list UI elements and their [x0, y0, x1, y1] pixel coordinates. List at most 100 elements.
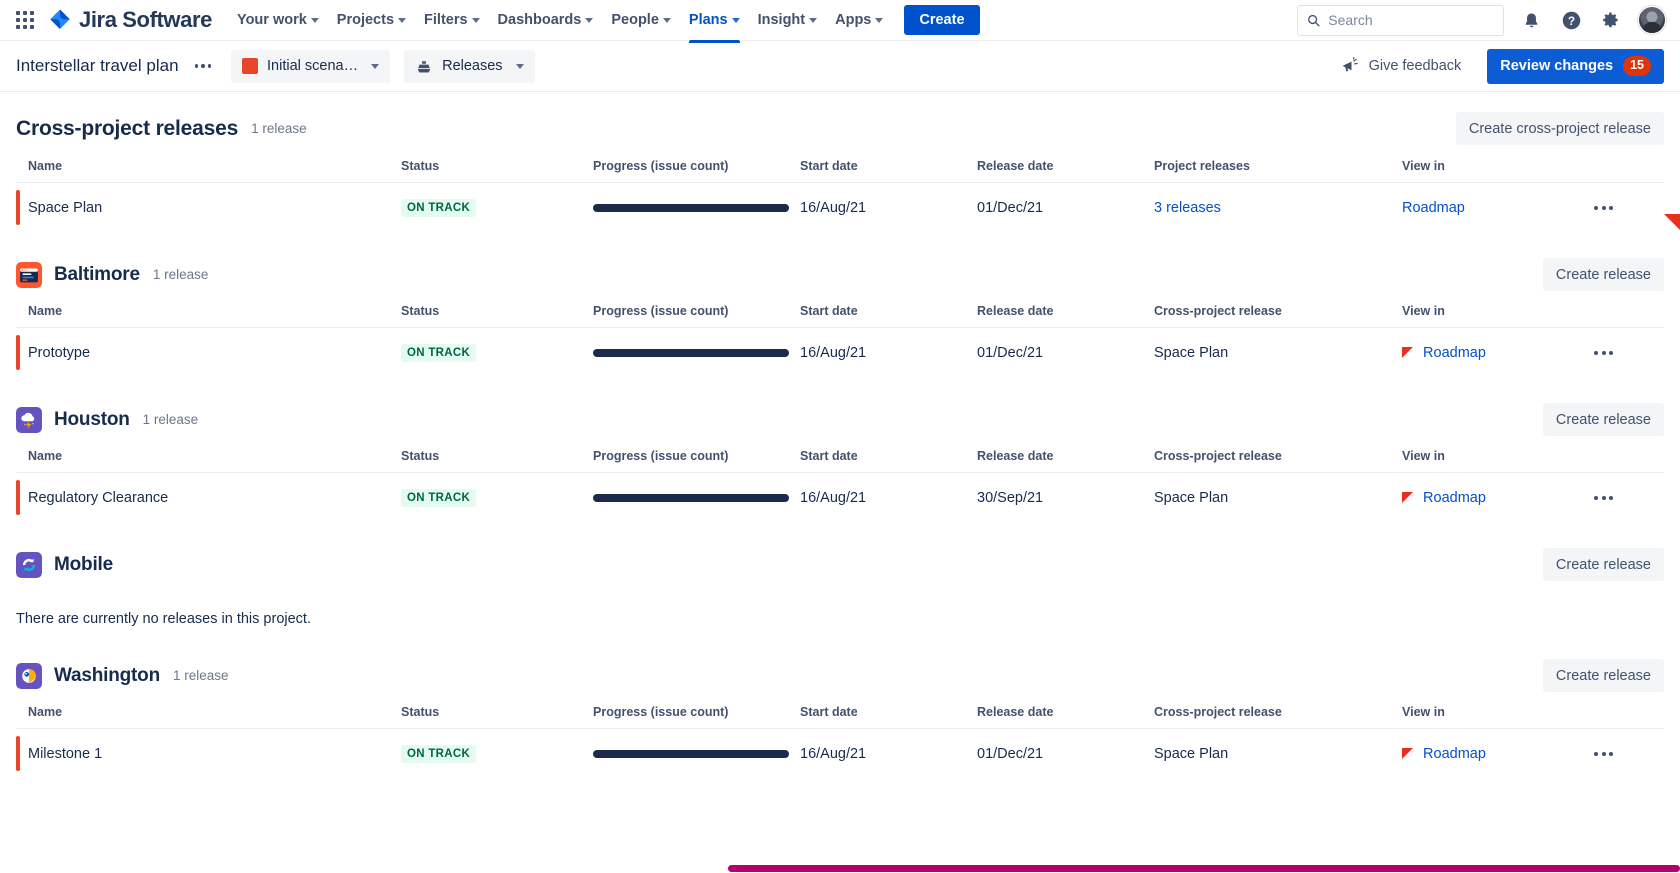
column-header-start-date: Start date	[800, 449, 977, 473]
column-header-status: Status	[401, 705, 593, 729]
horizontal-scrollbar-thumb[interactable]	[728, 865, 1680, 872]
grid-apps-icon[interactable]	[12, 7, 38, 33]
project-releases-link[interactable]: 3 releases	[1154, 200, 1221, 216]
nav-item-your-work[interactable]: Your work	[228, 6, 328, 34]
view-in-roadmap-link[interactable]: Roadmap	[1423, 490, 1486, 506]
cell-release-date: 01/Dec/21	[977, 183, 1154, 233]
chevron-down-icon	[371, 64, 379, 69]
row-more-actions-button[interactable]	[1594, 748, 1664, 760]
scenario-change-marker	[16, 190, 20, 225]
bell-icon[interactable]	[1518, 7, 1544, 33]
chevron-down-icon	[311, 18, 319, 23]
table-row[interactable]: Milestone 1 ON TRACK 16/Aug/21 01/Dec/21…	[16, 729, 1664, 779]
column-header-progress: Progress (issue count)	[593, 159, 800, 183]
progress-bar	[593, 204, 789, 212]
red-triangle-annotation-icon	[1402, 492, 1413, 503]
releases-table: Name Status Progress (issue count) Start…	[16, 705, 1664, 778]
nav-label: Your work	[237, 12, 307, 28]
chevron-down-icon	[585, 18, 593, 23]
cell-view-in: Roadmap	[1402, 328, 1594, 378]
question-circle-icon[interactable]: ?	[1558, 7, 1584, 33]
give-feedback-label: Give feedback	[1369, 58, 1462, 74]
column-header-progress: Progress (issue count)	[593, 705, 800, 729]
megaphone-icon	[1340, 57, 1360, 75]
cell-cross-project-release: Space Plan	[1154, 473, 1402, 523]
nav-item-filters[interactable]: Filters	[415, 6, 489, 34]
table-header-row: Name Status Progress (issue count) Start…	[16, 304, 1664, 328]
release-name: Regulatory Clearance	[28, 490, 168, 506]
scenario-change-marker	[16, 736, 20, 771]
table-row[interactable]: Regulatory Clearance ON TRACK 16/Aug/21 …	[16, 473, 1664, 523]
table-header-row: Name Status Progress (issue count) Start…	[16, 159, 1664, 183]
progress-bar	[593, 750, 789, 758]
nav-item-people[interactable]: People	[602, 6, 680, 34]
section-washington: Washington 1 release Create release Name…	[16, 633, 1664, 778]
section-header: Washington 1 release Create release	[16, 633, 1664, 705]
nav-label: Dashboards	[498, 12, 582, 28]
column-header-status: Status	[401, 159, 593, 183]
review-changes-button[interactable]: Review changes 15	[1487, 49, 1664, 84]
avatar[interactable]	[1638, 6, 1666, 34]
view-in-roadmap-link[interactable]: Roadmap	[1423, 345, 1486, 361]
give-feedback-button[interactable]: Give feedback	[1330, 50, 1472, 82]
plan-more-actions-button[interactable]	[187, 58, 220, 74]
horizontal-scrollbar[interactable]	[0, 864, 1680, 873]
nav-item-projects[interactable]: Projects	[328, 6, 415, 34]
column-header-release-date: Release date	[977, 159, 1154, 183]
column-header-release-date: Release date	[977, 705, 1154, 729]
table-row[interactable]: Prototype ON TRACK 16/Aug/21 01/Dec/21 S…	[16, 328, 1664, 378]
top-navigation-bar: Jira Software Your work Projects Filters…	[0, 0, 1680, 41]
create-button[interactable]: Create	[904, 5, 979, 35]
row-more-actions-button[interactable]	[1594, 492, 1664, 504]
status-badge: ON TRACK	[401, 489, 476, 507]
nav-label: Filters	[424, 12, 468, 28]
create-release-button[interactable]: Create release	[1543, 403, 1664, 436]
releases-table: Name Status Progress (issue count) Start…	[16, 304, 1664, 377]
nav-item-dashboards[interactable]: Dashboards	[489, 6, 603, 34]
column-header-name: Name	[16, 705, 401, 729]
chevron-down-icon	[472, 18, 480, 23]
create-cross-project-release-button[interactable]: Create cross-project release	[1456, 112, 1664, 145]
column-header-progress: Progress (issue count)	[593, 304, 800, 328]
column-header-start-date: Start date	[800, 159, 977, 183]
create-release-button[interactable]: Create release	[1543, 548, 1664, 581]
nav-item-apps[interactable]: Apps	[826, 6, 892, 34]
cell-name: Prototype	[16, 328, 401, 378]
create-release-button[interactable]: Create release	[1543, 258, 1664, 291]
mobile-project-icon	[16, 552, 42, 578]
section-release-count: 1 release	[143, 412, 199, 427]
cell-status: ON TRACK	[401, 328, 593, 378]
table-row[interactable]: Space Plan ON TRACK 16/Aug/21 01/Dec/21 …	[16, 183, 1664, 233]
cell-view-in: Roadmap	[1402, 183, 1594, 233]
search-input[interactable]	[1328, 12, 1494, 28]
gear-icon[interactable]	[1598, 7, 1624, 33]
scenario-selector[interactable]: Initial scena…	[231, 50, 390, 83]
section-cross-project-releases: Cross-project releases 1 release Create …	[16, 92, 1664, 232]
row-more-actions-button[interactable]	[1594, 347, 1664, 359]
view-selector-releases[interactable]: Releases	[404, 50, 534, 83]
red-triangle-annotation-icon	[1402, 347, 1413, 358]
table-header-row: Name Status Progress (issue count) Start…	[16, 449, 1664, 473]
plan-toolbar: Interstellar travel plan Initial scena… …	[0, 41, 1680, 92]
brand-name: Jira Software	[79, 7, 212, 33]
section-baltimore: Baltimore 1 release Create release Name …	[16, 232, 1664, 377]
column-header-name: Name	[16, 304, 401, 328]
view-in-roadmap-link[interactable]: Roadmap	[1423, 746, 1486, 762]
section-header: Houston 1 release Create release	[16, 377, 1664, 449]
cell-cross-project-release: Space Plan	[1154, 729, 1402, 779]
releases-label: Releases	[442, 58, 502, 74]
cell-actions	[1594, 729, 1664, 779]
jira-software-home-link[interactable]: Jira Software	[48, 7, 212, 33]
nav-label: Projects	[337, 12, 394, 28]
chevron-down-icon	[875, 18, 883, 23]
ship-icon	[415, 58, 433, 75]
search-box[interactable]	[1297, 5, 1504, 36]
nav-item-plans[interactable]: Plans	[680, 6, 749, 34]
create-release-button[interactable]: Create release	[1543, 659, 1664, 692]
nav-item-insight[interactable]: Insight	[749, 6, 827, 34]
cell-release-date: 30/Sep/21	[977, 473, 1154, 523]
section-release-count: 1 release	[173, 668, 229, 683]
view-in-roadmap-link[interactable]: Roadmap	[1402, 200, 1465, 216]
row-more-actions-button[interactable]	[1594, 202, 1664, 214]
column-header-release-date: Release date	[977, 449, 1154, 473]
